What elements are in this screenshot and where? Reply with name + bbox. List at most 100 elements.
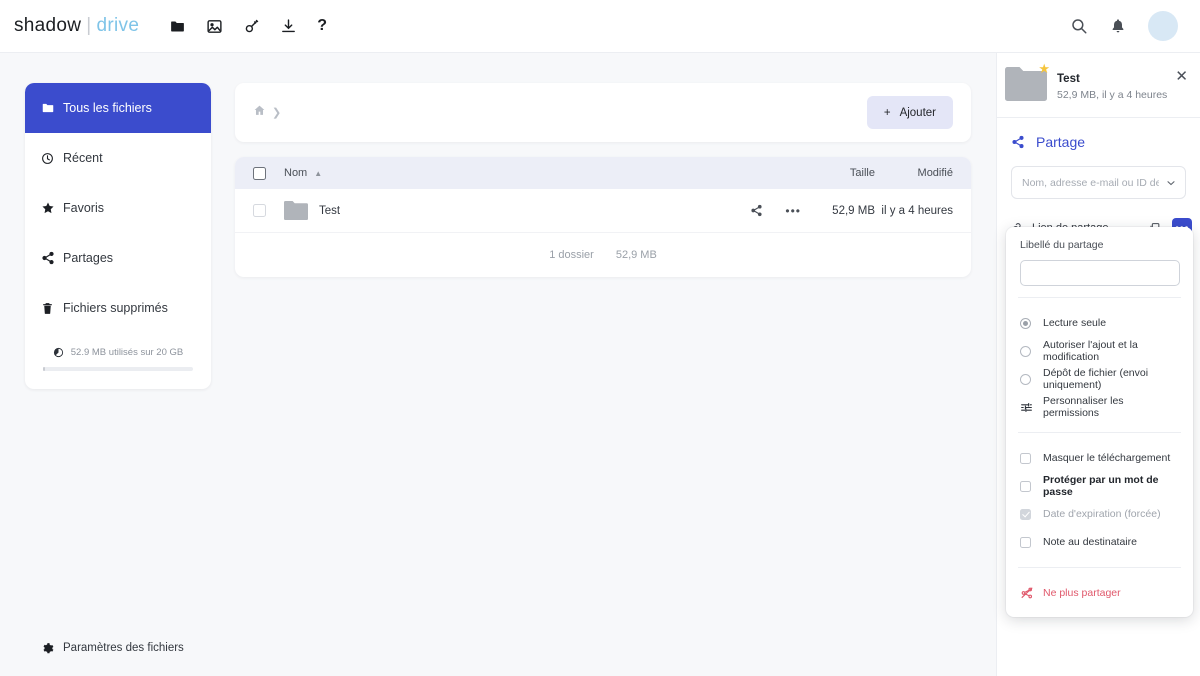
- checkbox-icon: [1020, 536, 1043, 548]
- sidebar-item-label: Récent: [63, 151, 103, 165]
- folder-icon[interactable]: [169, 18, 186, 35]
- checkbox-icon: [1020, 452, 1043, 464]
- recipient-field-wrap: [1011, 166, 1186, 199]
- sidebar-item-label: Favoris: [63, 201, 104, 215]
- sidebar-item-label: Partages: [63, 251, 114, 265]
- option-label: Date d'expiration (forcée): [1043, 508, 1161, 520]
- checkbox-icon: [1020, 508, 1043, 520]
- star-icon: [41, 201, 63, 215]
- unshare-item[interactable]: Ne plus partager: [1006, 579, 1193, 607]
- star-badge-icon: ★: [1038, 61, 1050, 76]
- option-expiration-date: Date d'expiration (forcée): [1006, 500, 1193, 528]
- trash-icon: [41, 302, 63, 315]
- row-file-name: Test: [319, 204, 341, 217]
- divider: [1018, 297, 1181, 298]
- image-icon[interactable]: [206, 18, 223, 35]
- file-list-header: Nom ▲ Taille Modifié: [235, 157, 971, 189]
- permission-option-file-drop[interactable]: Dépôt de fichier (envoi uniquement): [1006, 365, 1193, 393]
- select-all-checkbox[interactable]: [253, 166, 266, 180]
- folder-icon: [41, 101, 63, 115]
- top-bar-actions: [1070, 11, 1178, 41]
- clock-icon: [41, 152, 63, 165]
- file-list: Nom ▲ Taille Modifié Test ••• 52,9 MB il…: [235, 157, 971, 277]
- customize-permissions-item[interactable]: Personnaliser les permissions: [1006, 393, 1193, 421]
- sidebar-item-deleted-files[interactable]: Fichiers supprimés: [25, 283, 211, 333]
- sidebar-item-recent[interactable]: Récent: [25, 133, 211, 183]
- add-button-label: Ajouter: [899, 106, 936, 119]
- storage-indicator: 52.9 MB utilisés sur 20 GB: [25, 333, 211, 389]
- bell-icon[interactable]: [1110, 18, 1126, 34]
- column-header-name-label: Nom: [284, 167, 308, 179]
- avatar[interactable]: [1148, 11, 1178, 41]
- row-file-modified: il y a 4 heures: [881, 204, 953, 217]
- sidebar-item-file-settings[interactable]: Paramètres des fichiers: [25, 634, 211, 662]
- sidebar-settings-label: Paramètres des fichiers: [63, 642, 184, 654]
- permission-option-allow-edit[interactable]: Autoriser l'ajout et la modification: [1006, 337, 1193, 365]
- footer-size: 52,9 MB: [615, 249, 657, 261]
- breadcrumb[interactable]: ❯: [253, 104, 281, 122]
- sidebar-item-all-files[interactable]: Tous les fichiers: [25, 83, 211, 133]
- option-recipient-note[interactable]: Note au destinataire: [1006, 528, 1193, 556]
- radio-icon: [1020, 317, 1043, 329]
- option-label: Masquer le téléchargement: [1043, 452, 1171, 464]
- unshare-label: Ne plus partager: [1043, 587, 1121, 599]
- row-more-icon[interactable]: •••: [785, 205, 801, 217]
- breadcrumb-bar: ❯ + Ajouter: [235, 83, 971, 142]
- share-label-input[interactable]: [1019, 260, 1180, 286]
- share-icon: [41, 251, 63, 265]
- option-label: Note au destinataire: [1043, 536, 1137, 548]
- column-header-size[interactable]: Taille: [801, 167, 875, 179]
- app-logo[interactable]: shadow | drive: [14, 15, 139, 37]
- logo-separator: |: [86, 15, 92, 36]
- top-nav: ?: [169, 17, 327, 35]
- sidebar-item-label: Tous les fichiers: [63, 101, 152, 115]
- option-password-protect[interactable]: Protéger par un mot de passe: [1006, 472, 1193, 500]
- share-label-title: Libellé du partage: [1020, 239, 1104, 251]
- file-list-footer: 1 dossier 52,9 MB: [235, 233, 971, 277]
- share-icon[interactable]: [750, 204, 763, 217]
- help-icon[interactable]: ?: [317, 17, 327, 35]
- breadcrumb-separator: ❯: [272, 107, 282, 119]
- folder-icon: [284, 200, 308, 221]
- row-checkbox[interactable]: [253, 204, 266, 217]
- sidebar-item-favorites[interactable]: Favoris: [25, 183, 211, 233]
- share-title-label: Partage: [1036, 134, 1086, 150]
- sliders-icon: [1020, 401, 1043, 414]
- storage-pie-icon: [53, 347, 64, 358]
- divider: [1018, 567, 1181, 568]
- divider: [1018, 432, 1181, 433]
- sidebar-item-shares[interactable]: Partages: [25, 233, 211, 283]
- permission-option-label: Dépôt de fichier (envoi uniquement): [1043, 367, 1149, 391]
- sidebar: Tous les fichiers Récent Favoris Partage…: [25, 83, 211, 389]
- share-options-dropdown: Libellé du partage Lecture seule Autoris…: [1006, 227, 1193, 617]
- storage-progress-bar: [43, 367, 193, 371]
- details-file-meta: 52,9 MB, il y a 4 heures: [1057, 89, 1168, 101]
- add-button[interactable]: + Ajouter: [866, 96, 953, 129]
- sidebar-item-label: Fichiers supprimés: [63, 301, 168, 315]
- gear-icon: [41, 642, 63, 655]
- table-row[interactable]: Test ••• 52,9 MB il y a 4 heures: [235, 189, 971, 233]
- share-icon: [1011, 135, 1025, 149]
- close-icon[interactable]: ✕: [1175, 65, 1188, 84]
- customize-permissions-label: Personnaliser les permissions: [1043, 395, 1124, 419]
- column-header-modified[interactable]: Modifié: [875, 167, 953, 179]
- permission-option-read-only[interactable]: Lecture seule: [1006, 309, 1193, 337]
- logo-text-shadow: shadow: [14, 15, 82, 36]
- recipient-input[interactable]: [1011, 166, 1186, 199]
- option-hide-download[interactable]: Masquer le téléchargement: [1006, 444, 1193, 472]
- permission-option-label: Lecture seule: [1043, 317, 1107, 329]
- main-content: ❯ + Ajouter Nom ▲ Taille Modifié Test ••…: [235, 83, 971, 277]
- storage-text: 52.9 MB utilisés sur 20 GB: [70, 347, 184, 358]
- column-header-name[interactable]: Nom ▲: [284, 167, 322, 179]
- search-icon[interactable]: [1070, 17, 1088, 35]
- logo-text-drive: drive: [96, 15, 140, 36]
- download-icon[interactable]: [280, 18, 297, 35]
- breadcrumb-home-icon[interactable]: [253, 104, 266, 122]
- radio-icon: [1020, 373, 1043, 385]
- share-section-title: Partage: [997, 118, 1200, 150]
- checkbox-icon: [1020, 480, 1043, 492]
- key-icon[interactable]: [243, 18, 260, 35]
- unshare-icon: [1020, 586, 1043, 600]
- row-actions: •••: [750, 204, 801, 217]
- details-meta: Test 52,9 MB, il y a 4 heures: [1057, 65, 1167, 101]
